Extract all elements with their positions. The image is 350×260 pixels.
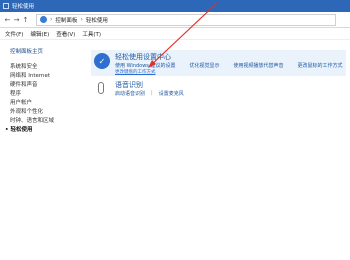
speech-recognition-title[interactable]: 语音识别	[115, 80, 143, 90]
main-content: ✓ 轻松使用设置中心 使用 Windows 建议的设置 优化视觉显示 使用视频播…	[85, 40, 350, 260]
sidebar-home-link[interactable]: 控制面板主页	[10, 47, 85, 55]
breadcrumb-ease-of-access[interactable]: 轻松使用	[86, 16, 108, 24]
forward-arrow-icon[interactable]: →	[12, 15, 21, 25]
sidebar: 控制面板主页 系统和安全 网络和 Internet 硬件和声音 程序 用户帐户 …	[0, 40, 85, 260]
link-start-speech-recognition[interactable]: 启动语音识别	[115, 90, 145, 97]
ease-of-access-center-title[interactable]: 轻松使用设置中心	[115, 52, 171, 62]
sidebar-item-ease-of-access[interactable]: 轻松使用	[10, 126, 85, 135]
menu-tools[interactable]: 工具(T)	[82, 30, 101, 38]
link-visual-alternatives[interactable]: 使用视频播放代替声音	[234, 62, 284, 69]
breadcrumb-control-panel[interactable]: 控制面板	[55, 16, 77, 24]
ease-of-access-icon: ✓	[94, 53, 110, 69]
address-bar[interactable]: › 控制面板 › 轻松使用	[36, 13, 336, 26]
back-arrow-icon[interactable]: ←	[3, 15, 12, 25]
breadcrumb-separator-icon: ›	[50, 16, 53, 23]
sidebar-item-user-accounts[interactable]: 用户帐户	[10, 99, 85, 108]
control-panel-icon	[3, 3, 9, 9]
menu-view[interactable]: 查看(V)	[56, 30, 75, 38]
link-change-mouse[interactable]: 更改鼠标的工作方式	[298, 62, 343, 69]
sidebar-item-programs[interactable]: 程序	[10, 90, 85, 99]
sidebar-item-hardware-sound[interactable]: 硬件和声音	[10, 81, 85, 90]
up-arrow-icon[interactable]: ↑	[21, 15, 30, 25]
link-change-keyboard[interactable]: 更改键盘的工作方式	[115, 69, 156, 75]
ease-links: 使用 Windows 建议的设置 优化视觉显示 使用视频播放代替声音 更改鼠标的…	[115, 62, 343, 69]
link-optimize-visual[interactable]: 优化视觉显示	[190, 62, 220, 69]
link-divider: |	[151, 90, 153, 96]
speech-links: 启动语音识别 | 设置麦克风	[115, 90, 184, 97]
ease-of-access-center-section: ✓ 轻松使用设置中心 使用 Windows 建议的设置 优化视觉显示 使用视频播…	[91, 50, 346, 76]
sidebar-item-system-security[interactable]: 系统和安全	[10, 63, 85, 72]
navigation-bar: ← → ↑ › 控制面板 › 轻松使用	[0, 12, 350, 28]
sidebar-item-network[interactable]: 网络和 Internet	[10, 72, 85, 81]
menu-bar: 文件(F) 编辑(E) 查看(V) 工具(T)	[0, 28, 350, 40]
window-title: 轻松使用	[12, 4, 35, 10]
control-panel-icon	[40, 16, 47, 23]
breadcrumb-separator-icon: ›	[80, 16, 83, 23]
microphone-icon	[98, 82, 104, 94]
menu-edit[interactable]: 编辑(E)	[30, 30, 49, 38]
sidebar-item-appearance[interactable]: 外观和个性化	[10, 108, 85, 117]
link-setup-microphone[interactable]: 设置麦克风	[159, 90, 184, 97]
sidebar-item-clock-region[interactable]: 时钟、语言和区域	[10, 117, 85, 126]
speech-recognition-section: 语音识别 启动语音识别 | 设置麦克风	[91, 80, 291, 98]
link-recommended-settings[interactable]: 使用 Windows 建议的设置	[115, 62, 176, 69]
window-title-bar: 轻松使用	[0, 0, 350, 12]
menu-file[interactable]: 文件(F)	[5, 30, 23, 38]
